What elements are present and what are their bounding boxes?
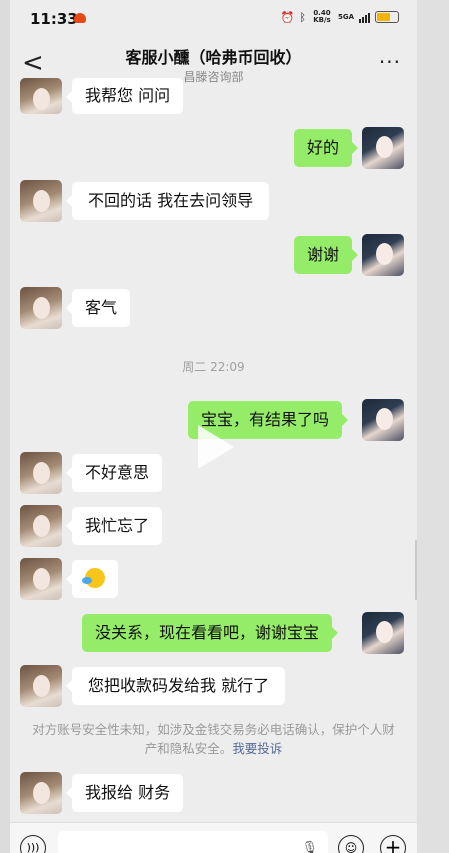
- security-notice-text: 对方账号安全性未知，如涉及金钱交易务必电话确认，保护个人财产和隐私安全。: [32, 722, 395, 756]
- my-avatar[interactable]: [362, 612, 404, 654]
- security-notice: 对方账号安全性未知，如涉及金钱交易务必电话确认，保护个人财产和隐私安全。我要投诉: [30, 720, 397, 758]
- message-bubble[interactable]: 客气: [65, 289, 131, 327]
- bluetooth-icon: ᛒ: [299, 10, 306, 24]
- message-bubble[interactable]: 没关系，现在看看吧，谢谢宝宝: [82, 614, 339, 652]
- input-bar: ))) 🎙 ☺ +: [10, 822, 417, 853]
- video-play-icon[interactable]: [198, 425, 234, 469]
- contact-avatar[interactable]: [20, 558, 62, 600]
- emoji-message-bubble[interactable]: [66, 560, 118, 598]
- contact-avatar[interactable]: [20, 78, 62, 114]
- my-avatar[interactable]: [362, 127, 404, 169]
- message-bubble[interactable]: 您把收款码发给我 就行了: [65, 667, 286, 705]
- phone-screen: 11:33 ⏰ ᛒ 0.40 KB/s 5GA < 客服小醺（哈弗币回收） 昌滕…: [10, 0, 417, 853]
- message-bubble[interactable]: 不回的话 我在去问领导: [65, 182, 270, 220]
- message-bubble[interactable]: 我报给 财务: [65, 774, 184, 812]
- add-attachment-icon[interactable]: +: [380, 835, 406, 853]
- contact-avatar[interactable]: [20, 505, 62, 547]
- my-avatar[interactable]: [362, 399, 404, 441]
- message-bubble[interactable]: 谢谢: [294, 236, 359, 274]
- signal-icon: [359, 12, 370, 23]
- battery-icon: [375, 11, 399, 23]
- emoji-picker-icon[interactable]: ☺: [338, 835, 364, 853]
- status-bar: 11:33 ⏰ ᛒ 0.40 KB/s 5GA: [10, 0, 417, 38]
- contact-avatar[interactable]: [20, 772, 62, 814]
- message-bubble[interactable]: 我忙忘了: [65, 507, 163, 545]
- network-type: 5GA: [337, 12, 354, 21]
- my-avatar[interactable]: [362, 234, 404, 276]
- contact-avatar[interactable]: [20, 452, 62, 494]
- contact-avatar[interactable]: [20, 287, 62, 329]
- crying-laughing-emoji-icon: [82, 568, 105, 588]
- notification-icon: [74, 13, 86, 23]
- contact-avatar[interactable]: [20, 665, 62, 707]
- more-button[interactable]: ···: [379, 50, 401, 74]
- voice-input-icon[interactable]: ))): [20, 835, 46, 853]
- complaint-link[interactable]: 我要投诉: [232, 741, 282, 756]
- message-timestamp: 周二 22:09: [182, 360, 245, 374]
- status-icons: ⏰ ᛒ 0.40 KB/s 5GA: [281, 10, 399, 24]
- alarm-icon: ⏰: [280, 10, 295, 24]
- contact-avatar[interactable]: [20, 180, 62, 222]
- scrollbar[interactable]: [415, 540, 417, 600]
- microphone-icon[interactable]: 🎙: [301, 841, 318, 853]
- message-bubble[interactable]: 不好意思: [65, 454, 163, 492]
- message-input[interactable]: 🎙: [58, 831, 328, 853]
- message-bubble[interactable]: 好的: [294, 129, 359, 167]
- net-speed: 0.40 KB/s: [313, 9, 331, 24]
- left-frame: [0, 0, 10, 853]
- chat-title: 客服小醺（哈弗币回收）: [125, 48, 302, 67]
- right-frame: [417, 0, 449, 853]
- status-time: 11:33: [30, 10, 78, 28]
- message-bubble[interactable]: 我帮您 问问: [65, 78, 184, 114]
